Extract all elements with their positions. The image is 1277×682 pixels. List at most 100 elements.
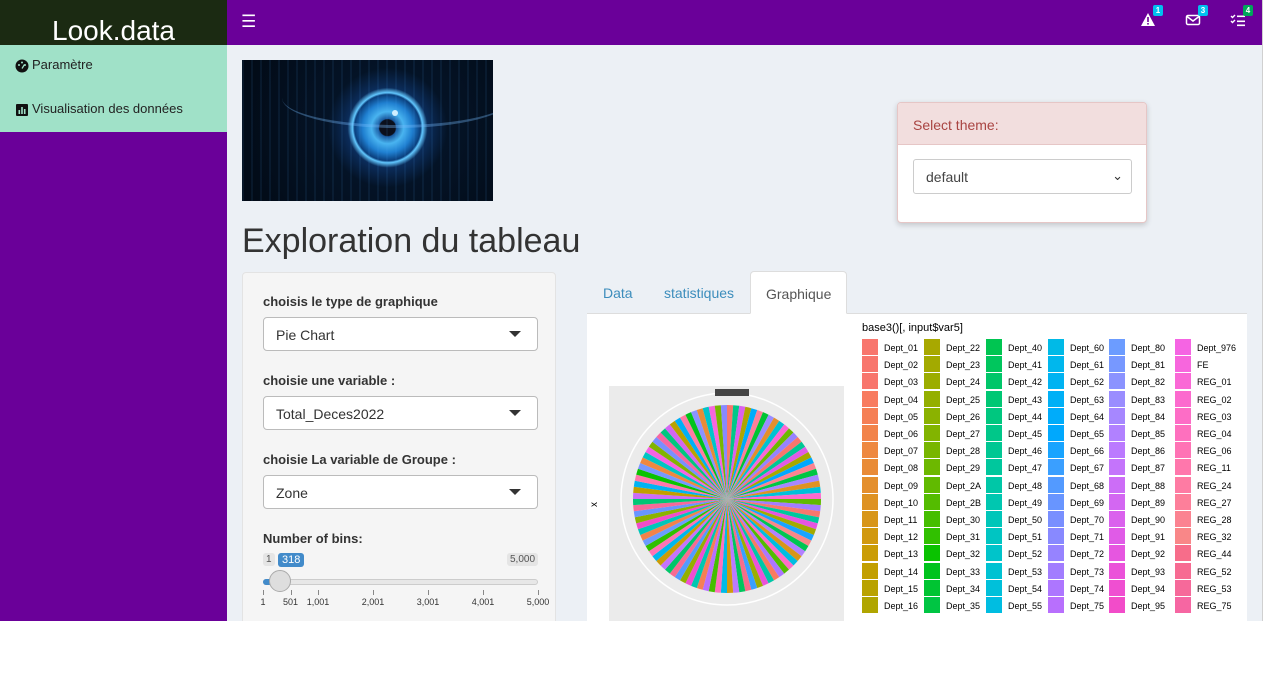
theme-select-value: default [926,169,969,185]
graph-type-select[interactable]: Pie Chart [263,317,538,351]
theme-select[interactable]: default ⌄ [913,159,1132,194]
theme-selector-card: Select theme: default ⌄ [897,102,1147,223]
legend-label: Dept_2A [946,480,982,491]
legend-swatch [1175,562,1191,579]
legend-label: REG_28 [1197,515,1232,525]
legend-swatch [862,442,878,459]
brand-logo[interactable]: Look.data [0,0,227,45]
legend-swatch [986,442,1002,459]
legend-label: Dept_74 [1070,583,1105,594]
tasks-icon[interactable]: 4 [1230,5,1253,32]
bins-value-label: 318 [278,553,305,567]
legend-swatch [986,579,1002,596]
legend-label: Dept_66 [1070,446,1105,457]
legend-label: Dept_71 [1070,532,1105,543]
legend-swatch [1175,528,1191,545]
window-scrollbar[interactable] [1262,0,1277,621]
legend-label: Dept_94 [1131,583,1166,594]
tab-bar: Data statistiques Graphique [587,271,1247,314]
legend-swatch [1175,407,1191,424]
legend-label: REG_32 [1197,532,1232,543]
legend-swatch [1175,425,1191,441]
plot-area: x base3()[, input$var5] Dept_01 Dept_02 De… [587,314,1247,621]
legend-swatch [924,476,940,493]
legend-swatch [862,493,878,510]
legend-swatch [986,339,1002,355]
legend-swatch [924,597,940,613]
legend-swatch [1109,545,1125,562]
legend-swatch [986,425,1002,441]
legend-label: Dept_04 [884,394,919,405]
legend-label: Dept_23 [946,360,981,371]
sidebar-item-label: Visualisation des données [32,101,183,116]
sidebar-item-label: Paramètre [32,57,93,72]
legend-label: Dept_12 [884,532,919,543]
legend-label: Dept_16 [884,601,919,611]
legend-swatch [1048,528,1064,545]
legend-swatch [1175,597,1191,613]
legend-label: Dept_73 [1070,566,1105,577]
tab-graphique[interactable]: Graphique [750,271,848,314]
legend-title: base3()[, input$var5] [862,322,963,334]
legend-label: Dept_08 [884,463,919,474]
legend-swatch [986,356,1002,373]
legend-label: Dept_26 [946,411,981,422]
slider-handle[interactable] [269,570,292,592]
graph-type-value: Pie Chart [276,327,335,343]
legend-label: Dept_62 [1070,377,1105,388]
slider-grid-label: 2,001 [361,597,385,607]
legend-label: Dept_22 [946,343,981,353]
tab-statistiques[interactable]: statistiques [664,271,734,314]
task-badge: 4 [1243,5,1253,16]
envelope-icon[interactable]: 3 [1185,5,1208,32]
legend-swatch [1048,579,1064,596]
legend-swatch [862,511,878,527]
variable-value: Total_Deces2022 [276,406,385,422]
x-axis-label: x [589,502,600,507]
legend-label: Dept_52 [1008,549,1043,560]
legend-label: Dept_06 [884,429,919,439]
legend-swatch [862,545,878,562]
legend-swatch [862,356,878,373]
warning-icon[interactable]: 1 [1140,5,1163,32]
group-select[interactable]: Zone [263,475,538,509]
legend-swatch [1048,493,1064,510]
legend-label: Dept_27 [946,429,981,439]
legend-swatch [986,511,1002,527]
legend-swatch [1175,511,1191,527]
legend-swatch [1048,476,1064,493]
legend-label: Dept_25 [946,394,981,405]
bins-label: Number of bins: [263,531,363,546]
legend-label: Dept_24 [946,377,981,388]
legend-label: Dept_09 [884,480,919,491]
legend-label: Dept_46 [1008,446,1043,457]
legend-swatch [1048,597,1064,613]
slider-track[interactable] [263,579,538,585]
legend-swatch [862,373,878,390]
hamburger-icon[interactable]: ☰ [241,12,256,32]
legend-swatch [1109,373,1125,390]
banner-highlight [392,110,398,116]
legend-swatch [924,528,940,545]
sidebar-item-visualisation[interactable]: Visualisation des données [0,101,227,145]
legend-swatch [1048,562,1064,579]
variable-select[interactable]: Total_Deces2022 [263,396,538,430]
dashboard-icon [15,59,29,73]
legend-swatch [1109,339,1125,355]
legend-swatch [986,407,1002,424]
legend-swatch [986,390,1002,407]
legend-label: Dept_55 [1008,601,1043,611]
legend-swatch [986,597,1002,613]
legend-swatch [862,597,878,613]
tab-data[interactable]: Data [603,271,633,314]
legend-label: FE [1197,360,1209,371]
legend-swatch [986,459,1002,476]
slider-tick [373,590,374,595]
top-navbar: ☰ 1 3 4 [227,0,1262,45]
sidebar-item-parametre[interactable]: Paramètre [0,57,227,101]
legend-label: REG_04 [1197,429,1232,439]
legend-swatch [1109,390,1125,407]
legend-swatch [1048,545,1064,562]
legend-swatch [924,407,940,424]
legend-label: Dept_83 [1131,394,1166,405]
